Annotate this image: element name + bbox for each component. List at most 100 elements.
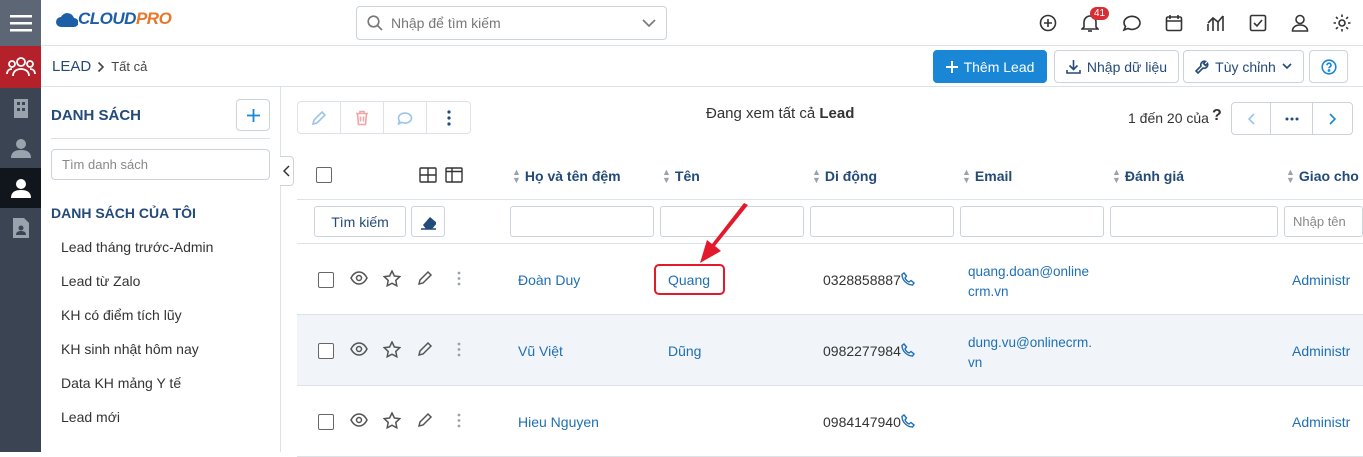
column-header-email[interactable]: ▲ ▼ Email bbox=[962, 168, 1012, 185]
pencil-icon[interactable] bbox=[417, 270, 433, 286]
global-search[interactable]: Nhập để tìm kiếm bbox=[356, 6, 667, 40]
customize-button[interactable]: Tùy chỉnh bbox=[1183, 50, 1304, 83]
phone-icon[interactable] bbox=[901, 343, 915, 357]
download-icon bbox=[1066, 60, 1081, 74]
column-header-first-name[interactable]: ▲ ▼ Tên bbox=[662, 168, 700, 185]
row-checkbox[interactable] bbox=[318, 343, 334, 359]
star-icon[interactable] bbox=[383, 341, 401, 358]
first-name-link[interactable]: Dũng bbox=[668, 343, 701, 359]
assigned-link[interactable]: Administr bbox=[1292, 272, 1350, 288]
middle-name-link[interactable]: Vũ Việt bbox=[518, 343, 563, 359]
list-search-input[interactable]: Tìm danh sách bbox=[51, 149, 270, 180]
filter-middle-name-input[interactable] bbox=[510, 206, 654, 237]
grid-icon[interactable] bbox=[419, 167, 437, 183]
table-row[interactable]: Vũ Việt Dũng 0982277984 dung.vu@onlinecr… bbox=[297, 315, 1363, 386]
tasks-button[interactable] bbox=[1237, 0, 1279, 46]
pagination-help[interactable]: ? bbox=[1212, 107, 1222, 125]
more-vertical-icon[interactable] bbox=[457, 271, 461, 286]
middle-name-link[interactable]: Đoàn Duy bbox=[518, 272, 580, 288]
mass-edit-button[interactable] bbox=[298, 102, 341, 133]
breadcrumb-current: Tất cả bbox=[111, 59, 148, 74]
breadcrumb-module[interactable]: LEAD bbox=[52, 58, 91, 75]
clear-filter-button[interactable] bbox=[411, 206, 445, 237]
filter-mobile-input[interactable] bbox=[810, 206, 954, 237]
settings-button[interactable] bbox=[1321, 0, 1363, 46]
quick-create-button[interactable] bbox=[1027, 0, 1069, 46]
pencil-icon[interactable] bbox=[417, 412, 433, 428]
eye-icon[interactable] bbox=[350, 342, 368, 356]
pagination-text: 1 đến 20 của bbox=[1128, 110, 1209, 126]
contacts-group-icon[interactable] bbox=[0, 46, 41, 88]
email-link[interactable]: quang.doan@online crm.vn bbox=[968, 262, 1089, 302]
sidebar-item-list[interactable]: KH có điểm tích lũy bbox=[61, 305, 213, 339]
viewing-label: Đang xem tất cả Lead bbox=[706, 105, 855, 122]
sidebar-item-list[interactable]: Data KH mảng Y tế bbox=[61, 373, 213, 407]
star-icon[interactable] bbox=[383, 412, 401, 429]
calendar-button[interactable] bbox=[1153, 0, 1195, 46]
column-header-mobile[interactable]: ▲ ▼ Di động bbox=[812, 167, 877, 185]
row-checkbox[interactable] bbox=[318, 272, 334, 288]
trash-icon bbox=[356, 110, 368, 125]
document-icon[interactable] bbox=[0, 208, 41, 248]
sidebar-item-list[interactable]: Lead mới bbox=[61, 407, 213, 441]
more-actions-button[interactable] bbox=[427, 102, 470, 133]
email-link[interactable]: dung.vu@onlinecrm. vn bbox=[968, 333, 1092, 373]
menu-icon[interactable] bbox=[0, 0, 41, 46]
mass-comment-button[interactable] bbox=[384, 102, 427, 133]
eye-icon[interactable] bbox=[350, 413, 368, 427]
filter-assigned-input[interactable]: Nhập tên bbox=[1284, 206, 1363, 237]
mobile-value[interactable]: 0328858887 bbox=[823, 272, 901, 288]
first-name-link[interactable]: Quang bbox=[668, 272, 710, 288]
building-icon[interactable] bbox=[0, 88, 41, 128]
profile-button[interactable] bbox=[1279, 0, 1321, 46]
chat-button[interactable] bbox=[1111, 0, 1153, 46]
columns-icon[interactable] bbox=[445, 167, 463, 183]
assigned-link[interactable]: Administr bbox=[1292, 414, 1350, 430]
mass-delete-button[interactable] bbox=[341, 102, 384, 133]
table-row[interactable]: Đoàn Duy Quang 0328858887 quang.doan@onl… bbox=[297, 244, 1363, 315]
notifications-button[interactable]: 41 bbox=[1069, 0, 1111, 46]
add-lead-button[interactable]: Thêm Lead bbox=[933, 50, 1047, 83]
sidebar-item-list[interactable]: KH sinh nhật hôm nay bbox=[61, 339, 213, 373]
more-vertical-icon[interactable] bbox=[457, 342, 461, 357]
assigned-link[interactable]: Administr bbox=[1292, 343, 1350, 359]
pencil-icon[interactable] bbox=[417, 341, 433, 357]
sort-icon: ▲ ▼ bbox=[812, 167, 821, 185]
next-page-button[interactable] bbox=[1313, 103, 1352, 134]
eye-icon[interactable] bbox=[350, 271, 368, 285]
middle-name-link[interactable]: Hieu Nguyen bbox=[518, 414, 599, 430]
row-checkbox[interactable] bbox=[318, 414, 334, 430]
contact-icon[interactable] bbox=[0, 128, 41, 168]
search-button[interactable]: Tìm kiếm bbox=[314, 206, 406, 237]
phone-icon[interactable] bbox=[901, 414, 915, 428]
page-select-button[interactable] bbox=[1271, 103, 1313, 134]
breadcrumb: LEAD Tất cả bbox=[52, 58, 147, 75]
column-header-rating[interactable]: ▲ ▼ Đánh giá bbox=[1112, 168, 1184, 185]
filter-rating-input[interactable] bbox=[1110, 206, 1278, 237]
list-view: Đang xem tất cả Lead 1 đến 20 của ? ▲ ▼ Họ… bbox=[282, 87, 1363, 457]
phone-icon[interactable] bbox=[901, 272, 915, 286]
add-list-button[interactable] bbox=[236, 99, 270, 131]
logo[interactable]: CLOUDPRO bbox=[56, 9, 172, 29]
help-button[interactable] bbox=[1309, 50, 1348, 83]
import-button[interactable]: Nhập dữ liệu bbox=[1054, 50, 1179, 83]
select-all-checkbox[interactable] bbox=[316, 167, 332, 183]
filter-email-input[interactable] bbox=[960, 206, 1104, 237]
calendar-icon bbox=[1165, 15, 1183, 32]
cloud-logo-icon bbox=[56, 13, 78, 27]
prev-page-button[interactable] bbox=[1232, 103, 1271, 134]
filter-first-name-input[interactable] bbox=[660, 206, 804, 237]
column-header-assigned[interactable]: ▲ ▼ Giao cho bbox=[1286, 168, 1359, 185]
sidebar-item-list[interactable]: Lead tháng trước-Admin bbox=[61, 237, 213, 271]
search-input[interactable]: Nhập để tìm kiếm bbox=[391, 15, 642, 31]
lead-icon[interactable] bbox=[0, 168, 41, 208]
mobile-value[interactable]: 0982277984 bbox=[823, 343, 901, 359]
star-icon[interactable] bbox=[383, 270, 401, 287]
more-vertical-icon[interactable] bbox=[457, 413, 461, 428]
mobile-value[interactable]: 0984147940 bbox=[823, 414, 901, 430]
column-header-middle-name[interactable]: ▲ ▼ Họ và tên đệm bbox=[512, 168, 621, 185]
divider bbox=[51, 138, 270, 139]
table-row[interactable]: Hieu Nguyen 0984147940 Administr bbox=[297, 386, 1363, 457]
reports-button[interactable] bbox=[1195, 0, 1237, 46]
sidebar-item-list[interactable]: Lead từ Zalo bbox=[61, 271, 213, 305]
